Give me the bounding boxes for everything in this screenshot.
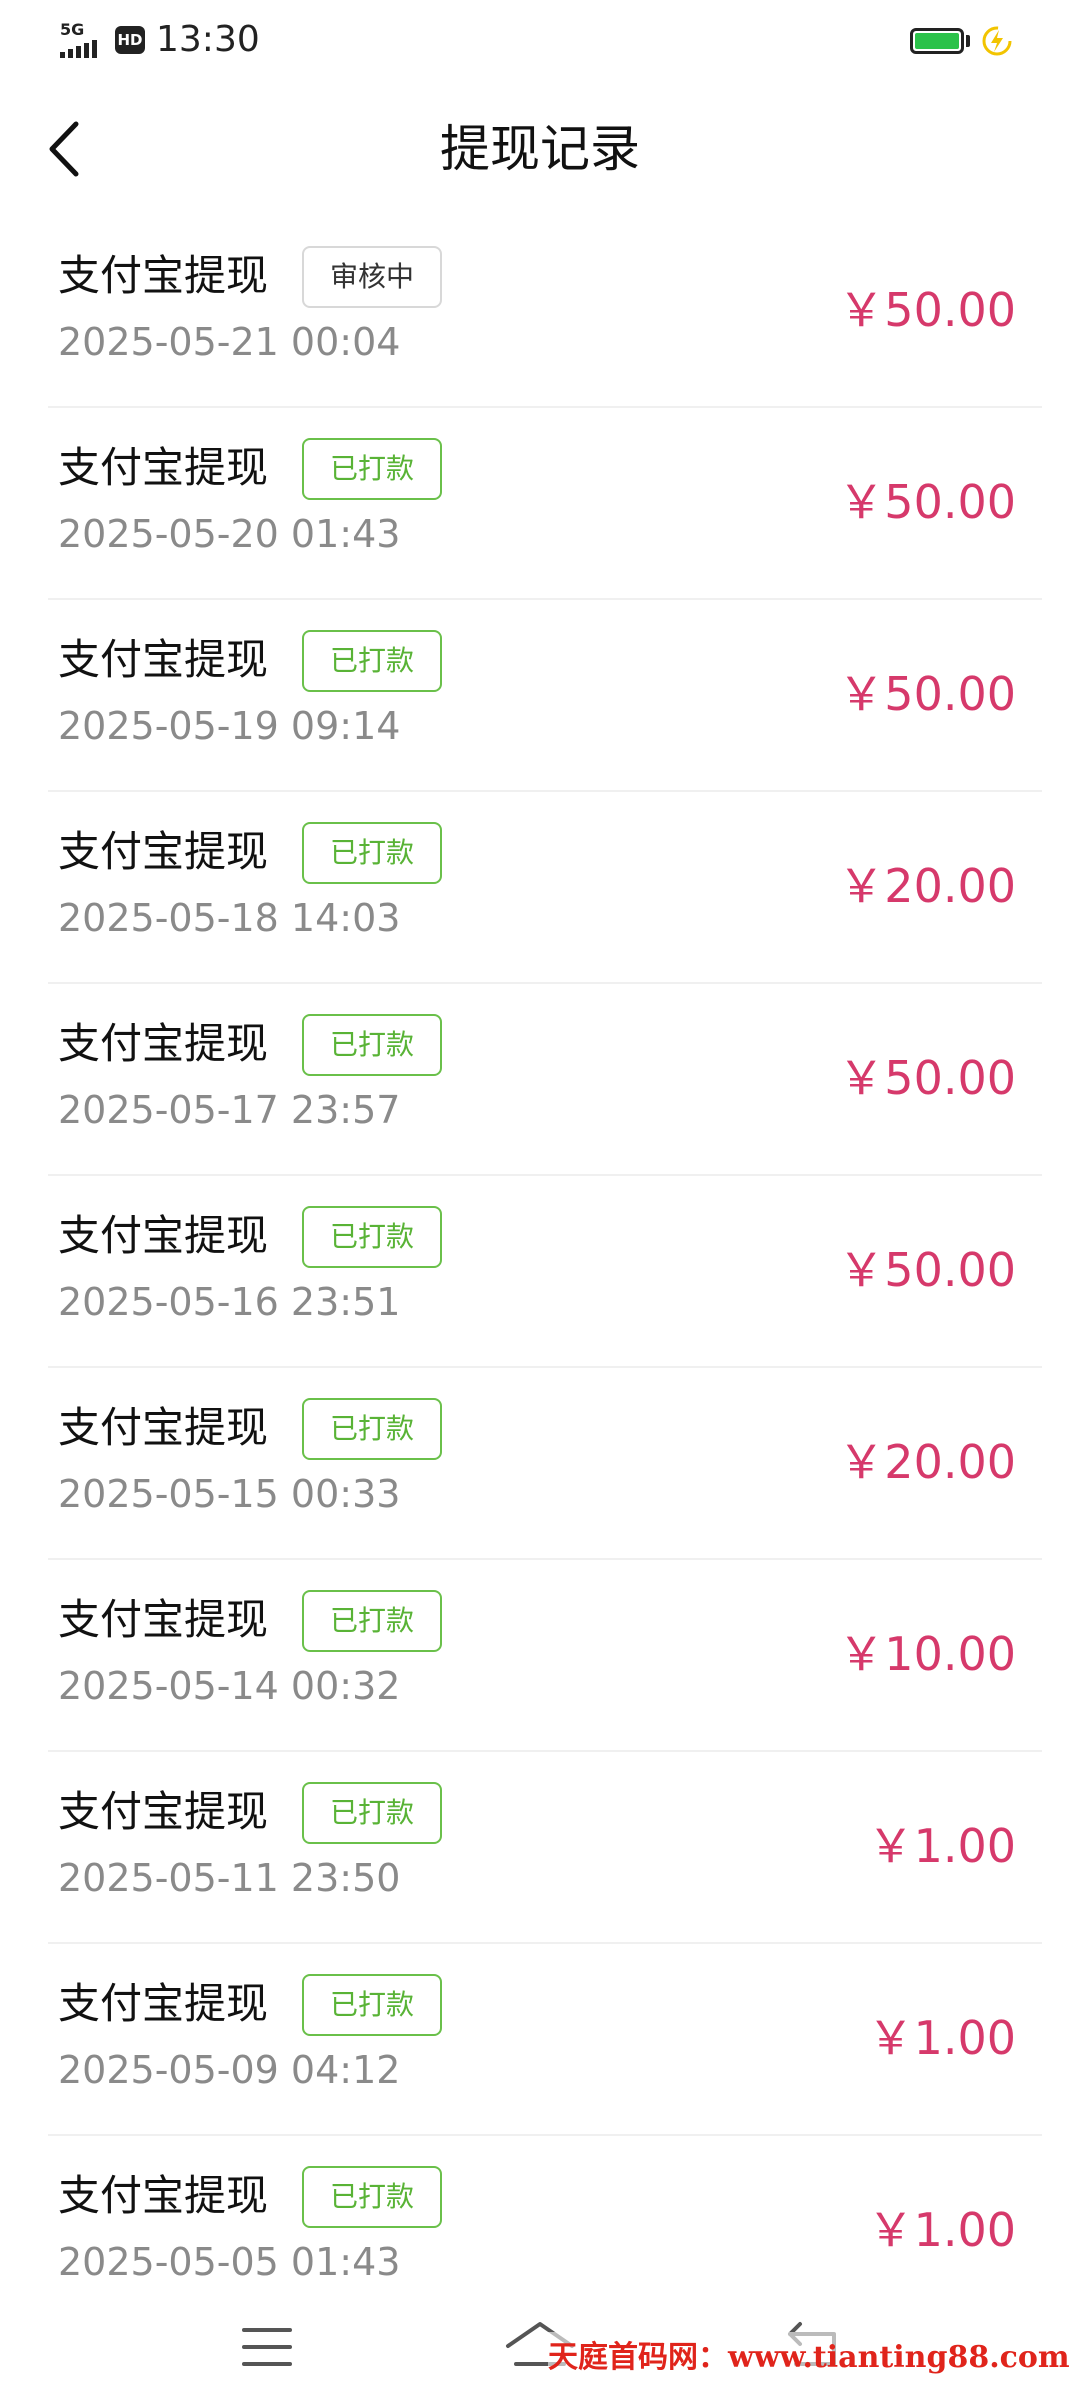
record-row[interactable]: 支付宝提现 已打款 2025-05-14 00:32 ￥10.00 — [48, 1560, 1042, 1752]
status-badge: 审核中 — [302, 246, 442, 308]
record-amount: ￥10.00 — [838, 1627, 1016, 1681]
page-title: 提现记录 — [440, 120, 640, 178]
record-title: 支付宝提现 — [58, 1787, 269, 1836]
record-row[interactable]: 支付宝提现 已打款 2025-05-11 23:50 ￥1.00 — [48, 1752, 1042, 1944]
status-badge: 已打款 — [302, 1398, 442, 1460]
hd-badge: HD — [115, 26, 145, 54]
nav-bar: 提现记录 — [0, 84, 1080, 214]
record-title: 支付宝提现 — [58, 2171, 269, 2220]
record-time: 2025-05-21 00:04 — [58, 320, 401, 364]
status-bar: 5G HD 13:30 — [0, 0, 1080, 84]
status-badge: 已打款 — [302, 438, 442, 500]
status-badge: 已打款 — [302, 630, 442, 692]
record-amount: ￥50.00 — [838, 283, 1016, 337]
record-row[interactable]: 支付宝提现 已打款 2025-05-19 09:14 ￥50.00 — [48, 600, 1042, 792]
record-title: 支付宝提现 — [58, 1403, 269, 1452]
watermark-text: 天庭首码网：www.tianting88.com — [548, 2332, 1070, 2376]
status-badge: 已打款 — [302, 1206, 442, 1268]
record-time: 2025-05-16 23:51 — [58, 1280, 401, 1324]
record-time: 2025-05-11 23:50 — [58, 1856, 401, 1900]
record-time: 2025-05-20 01:43 — [58, 512, 401, 556]
status-badge: 已打款 — [302, 822, 442, 884]
record-row[interactable]: 支付宝提现 已打款 2025-05-17 23:57 ￥50.00 — [48, 984, 1042, 1176]
record-title: 支付宝提现 — [58, 1211, 269, 1260]
record-amount: ￥1.00 — [867, 2203, 1016, 2257]
battery-cap — [966, 35, 970, 47]
status-badge: 已打款 — [302, 2166, 442, 2228]
record-title: 支付宝提现 — [58, 1979, 269, 2028]
record-title: 支付宝提现 — [58, 1019, 269, 1068]
record-title: 支付宝提现 — [58, 251, 269, 300]
battery-icon — [910, 28, 964, 54]
record-title: 支付宝提现 — [58, 827, 269, 876]
status-badge: 已打款 — [302, 1782, 442, 1844]
record-time: 2025-05-09 04:12 — [58, 2048, 401, 2092]
record-time: 2025-05-18 14:03 — [58, 896, 401, 940]
record-amount: ￥1.00 — [867, 1819, 1016, 1873]
record-row[interactable]: 支付宝提现 审核中 2025-05-21 00:04 ￥50.00 — [48, 216, 1042, 408]
record-time: 2025-05-14 00:32 — [58, 1664, 401, 1708]
record-row[interactable]: 支付宝提现 已打款 2025-05-15 00:33 ￥20.00 — [48, 1368, 1042, 1560]
status-badge: 已打款 — [302, 1974, 442, 2036]
record-amount: ￥1.00 — [867, 2011, 1016, 2065]
record-row[interactable]: 支付宝提现 已打款 2025-05-18 14:03 ￥20.00 — [48, 792, 1042, 984]
record-time: 2025-05-19 09:14 — [58, 704, 401, 748]
charging-icon — [982, 26, 1012, 56]
record-row[interactable]: 支付宝提现 已打款 2025-05-20 01:43 ￥50.00 — [48, 408, 1042, 600]
menu-icon[interactable] — [240, 2322, 294, 2372]
record-title: 支付宝提现 — [58, 635, 269, 684]
status-time: 13:30 — [156, 19, 260, 60]
record-time: 2025-05-15 00:33 — [58, 1472, 401, 1516]
record-time: 2025-05-17 23:57 — [58, 1088, 401, 1132]
record-amount: ￥50.00 — [838, 475, 1016, 529]
record-amount: ￥50.00 — [838, 667, 1016, 721]
back-button[interactable] — [38, 114, 98, 184]
record-time: 2025-05-05 01:43 — [58, 2240, 401, 2284]
status-badge: 已打款 — [302, 1014, 442, 1076]
record-row[interactable]: 支付宝提现 已打款 2025-05-09 04:12 ￥1.00 — [48, 1944, 1042, 2136]
record-amount: ￥20.00 — [838, 1435, 1016, 1489]
network-type-label: 5G — [60, 20, 85, 39]
record-title: 支付宝提现 — [58, 1595, 269, 1644]
record-title: 支付宝提现 — [58, 443, 269, 492]
record-amount: ￥20.00 — [838, 859, 1016, 913]
record-amount: ￥50.00 — [838, 1243, 1016, 1297]
cellular-signal-icon: 5G — [60, 22, 110, 58]
record-row[interactable]: 支付宝提现 已打款 2025-05-16 23:51 ￥50.00 — [48, 1176, 1042, 1368]
withdrawal-record-list: 支付宝提现 审核中 2025-05-21 00:04 ￥50.00 支付宝提现 … — [48, 216, 1042, 2328]
status-badge: 已打款 — [302, 1590, 442, 1652]
record-amount: ￥50.00 — [838, 1051, 1016, 1105]
